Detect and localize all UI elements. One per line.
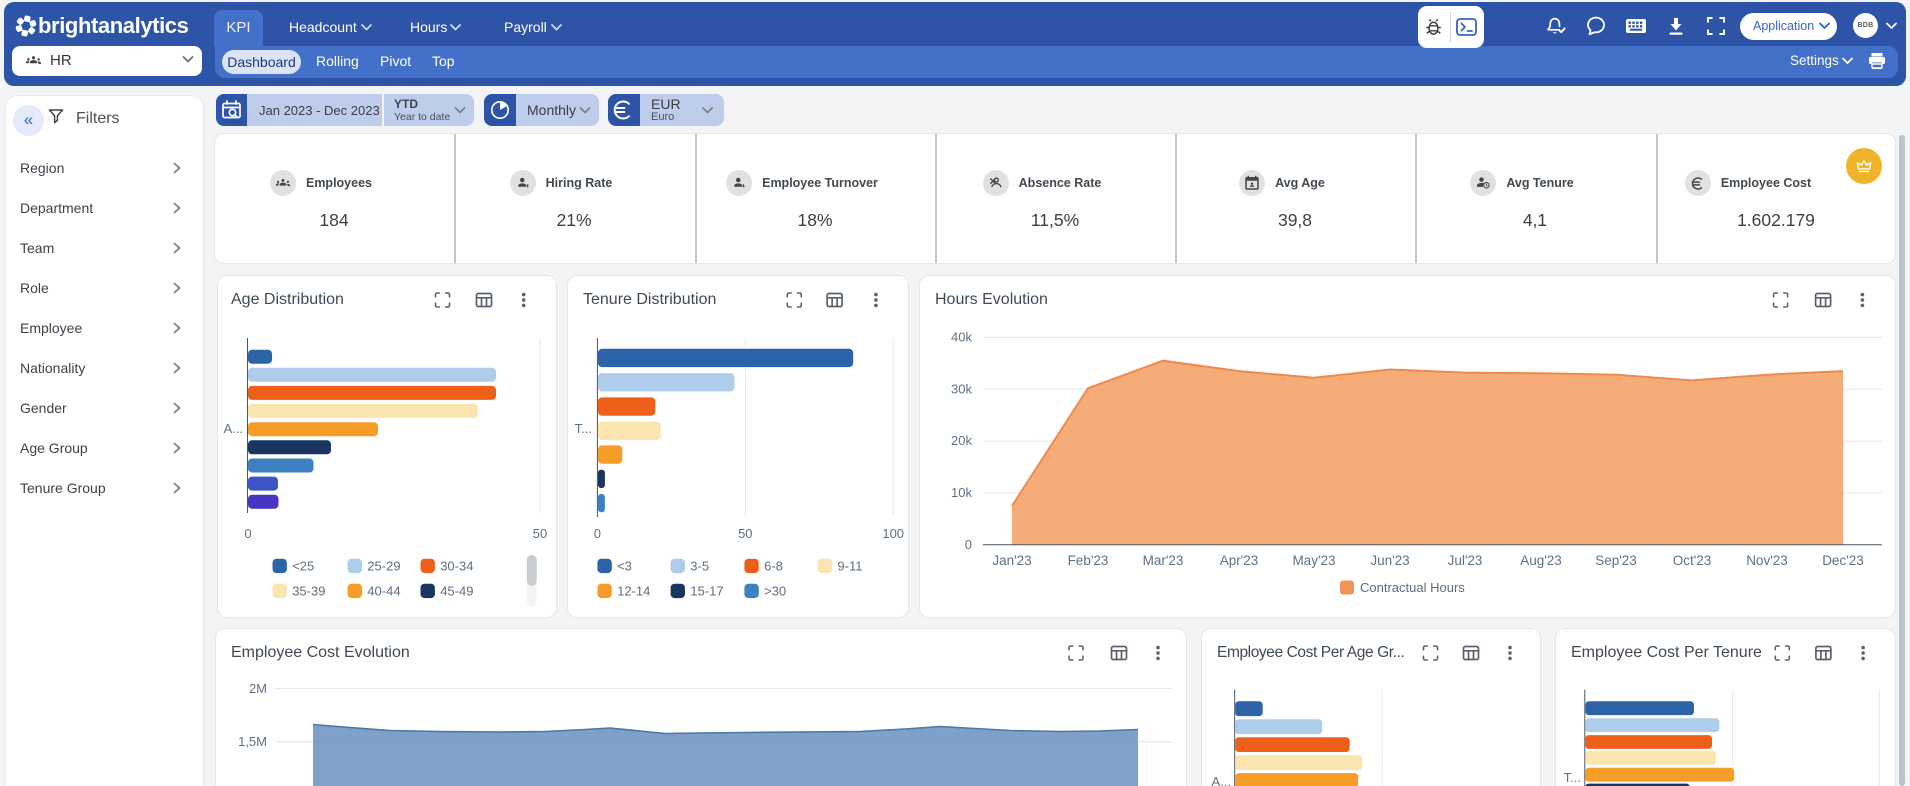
svg-text:Contractual Hours: Contractual Hours [1360, 580, 1465, 595]
svg-text:100: 100 [882, 526, 904, 541]
svg-text:0: 0 [965, 537, 972, 552]
svg-text:25-29: 25-29 [367, 559, 400, 574]
svg-text:35-39: 35-39 [292, 584, 325, 599]
svg-text:0: 0 [244, 526, 251, 541]
svg-text:Feb'23: Feb'23 [1068, 553, 1109, 568]
svg-text:30k: 30k [951, 381, 972, 396]
svg-text:30-34: 30-34 [440, 559, 473, 574]
svg-text:<3: <3 [617, 559, 632, 574]
svg-text:<25: <25 [292, 559, 314, 574]
svg-text:Oct'23: Oct'23 [1673, 553, 1712, 568]
svg-text:Apr'23: Apr'23 [1220, 553, 1259, 568]
svg-text:>30: >30 [764, 584, 786, 599]
svg-text:3-5: 3-5 [690, 559, 709, 574]
svg-text:0: 0 [594, 526, 601, 541]
svg-text:6-8: 6-8 [764, 559, 783, 574]
svg-text:T...: T... [575, 421, 592, 436]
svg-text:45-49: 45-49 [440, 584, 473, 599]
svg-text:A...: A... [223, 421, 243, 436]
svg-text:9-11: 9-11 [837, 559, 862, 574]
svg-text:Nov'23: Nov'23 [1746, 553, 1788, 568]
svg-text:Sep'23: Sep'23 [1595, 553, 1637, 568]
svg-text:Mar'23: Mar'23 [1143, 553, 1184, 568]
svg-text:T...: T... [1564, 770, 1581, 785]
svg-text:50: 50 [533, 526, 547, 541]
svg-text:20k: 20k [951, 433, 972, 448]
svg-text:2M: 2M [249, 681, 267, 696]
svg-text:Jun'23: Jun'23 [1370, 553, 1409, 568]
svg-text:40k: 40k [951, 330, 972, 345]
svg-text:A...: A... [1211, 774, 1231, 786]
svg-text:50: 50 [738, 526, 752, 541]
svg-text:40-44: 40-44 [367, 584, 400, 599]
svg-text:Jan'23: Jan'23 [992, 553, 1031, 568]
svg-text:Dec'23: Dec'23 [1822, 553, 1864, 568]
svg-text:15-17: 15-17 [690, 584, 723, 599]
svg-text:Jul'23: Jul'23 [1448, 553, 1483, 568]
svg-text:10k: 10k [951, 485, 972, 500]
svg-text:May'23: May'23 [1292, 553, 1335, 568]
svg-text:Aug'23: Aug'23 [1520, 553, 1562, 568]
svg-text:12-14: 12-14 [617, 584, 650, 599]
svg-text:1,5M: 1,5M [238, 734, 267, 749]
